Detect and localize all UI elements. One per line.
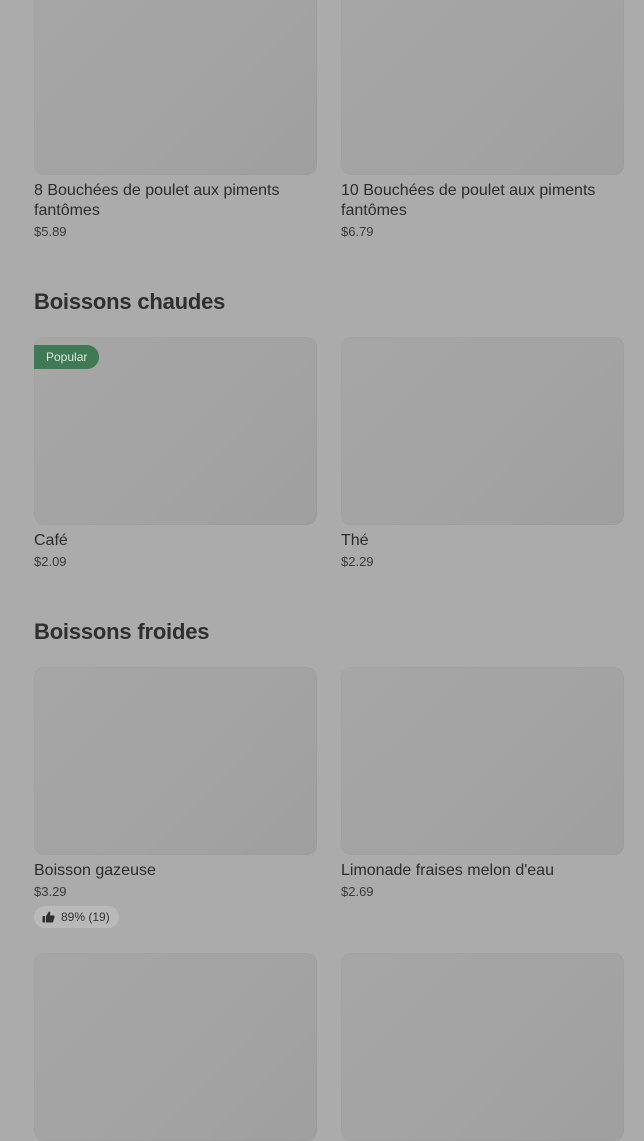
menu-page: 8 Bouchées de poulet aux piments fantôme…	[0, 0, 644, 1141]
item-price: $2.69	[341, 884, 374, 899]
item-image	[34, 953, 317, 1141]
menu-item-card[interactable]	[34, 953, 317, 1141]
item-image	[341, 337, 624, 525]
item-image	[341, 953, 624, 1141]
rating-badge: 89% (19)	[34, 906, 119, 928]
item-image	[341, 0, 624, 175]
item-price: $6.79	[341, 224, 374, 239]
item-image	[341, 667, 624, 855]
item-image: Popular	[34, 337, 317, 525]
menu-item-card[interactable]: Boisson gazeuse $3.29 89% (19)	[34, 667, 317, 928]
item-price: $2.09	[34, 554, 67, 569]
section-title: Boissons froides	[34, 619, 210, 644]
menu-item-card[interactable]: 8 Bouchées de poulet aux piments fantôme…	[34, 0, 317, 240]
menu-item-card[interactable]: 10 Bouchées de poulet aux piments fantôm…	[341, 0, 624, 240]
item-image	[34, 0, 317, 175]
menu-item-card[interactable]	[341, 953, 624, 1141]
item-price: $5.89	[34, 224, 67, 239]
thumbs-up-icon	[42, 911, 55, 923]
item-name: Café	[34, 532, 68, 549]
menu-item-card[interactable]: Limonade fraises melon d'eau $2.69	[341, 667, 624, 900]
menu-item-card[interactable]: Thé $2.29	[341, 337, 624, 570]
rating-text: 89% (19)	[61, 910, 110, 924]
menu-item-card[interactable]: Popular Café $2.09	[34, 337, 317, 570]
item-name: 8 Bouchées de poulet aux piments fantôme…	[34, 182, 280, 219]
item-name: Limonade fraises melon d'eau	[341, 862, 554, 879]
item-name: Thé	[341, 532, 369, 549]
item-price: $2.29	[341, 554, 374, 569]
section-title: Boissons chaudes	[34, 289, 226, 314]
item-name: 10 Bouchées de poulet aux piments fantôm…	[341, 182, 596, 219]
item-name: Boisson gazeuse	[34, 862, 156, 879]
item-price: $3.29	[34, 884, 67, 899]
popular-badge: Popular	[34, 345, 100, 369]
item-image	[34, 667, 317, 855]
